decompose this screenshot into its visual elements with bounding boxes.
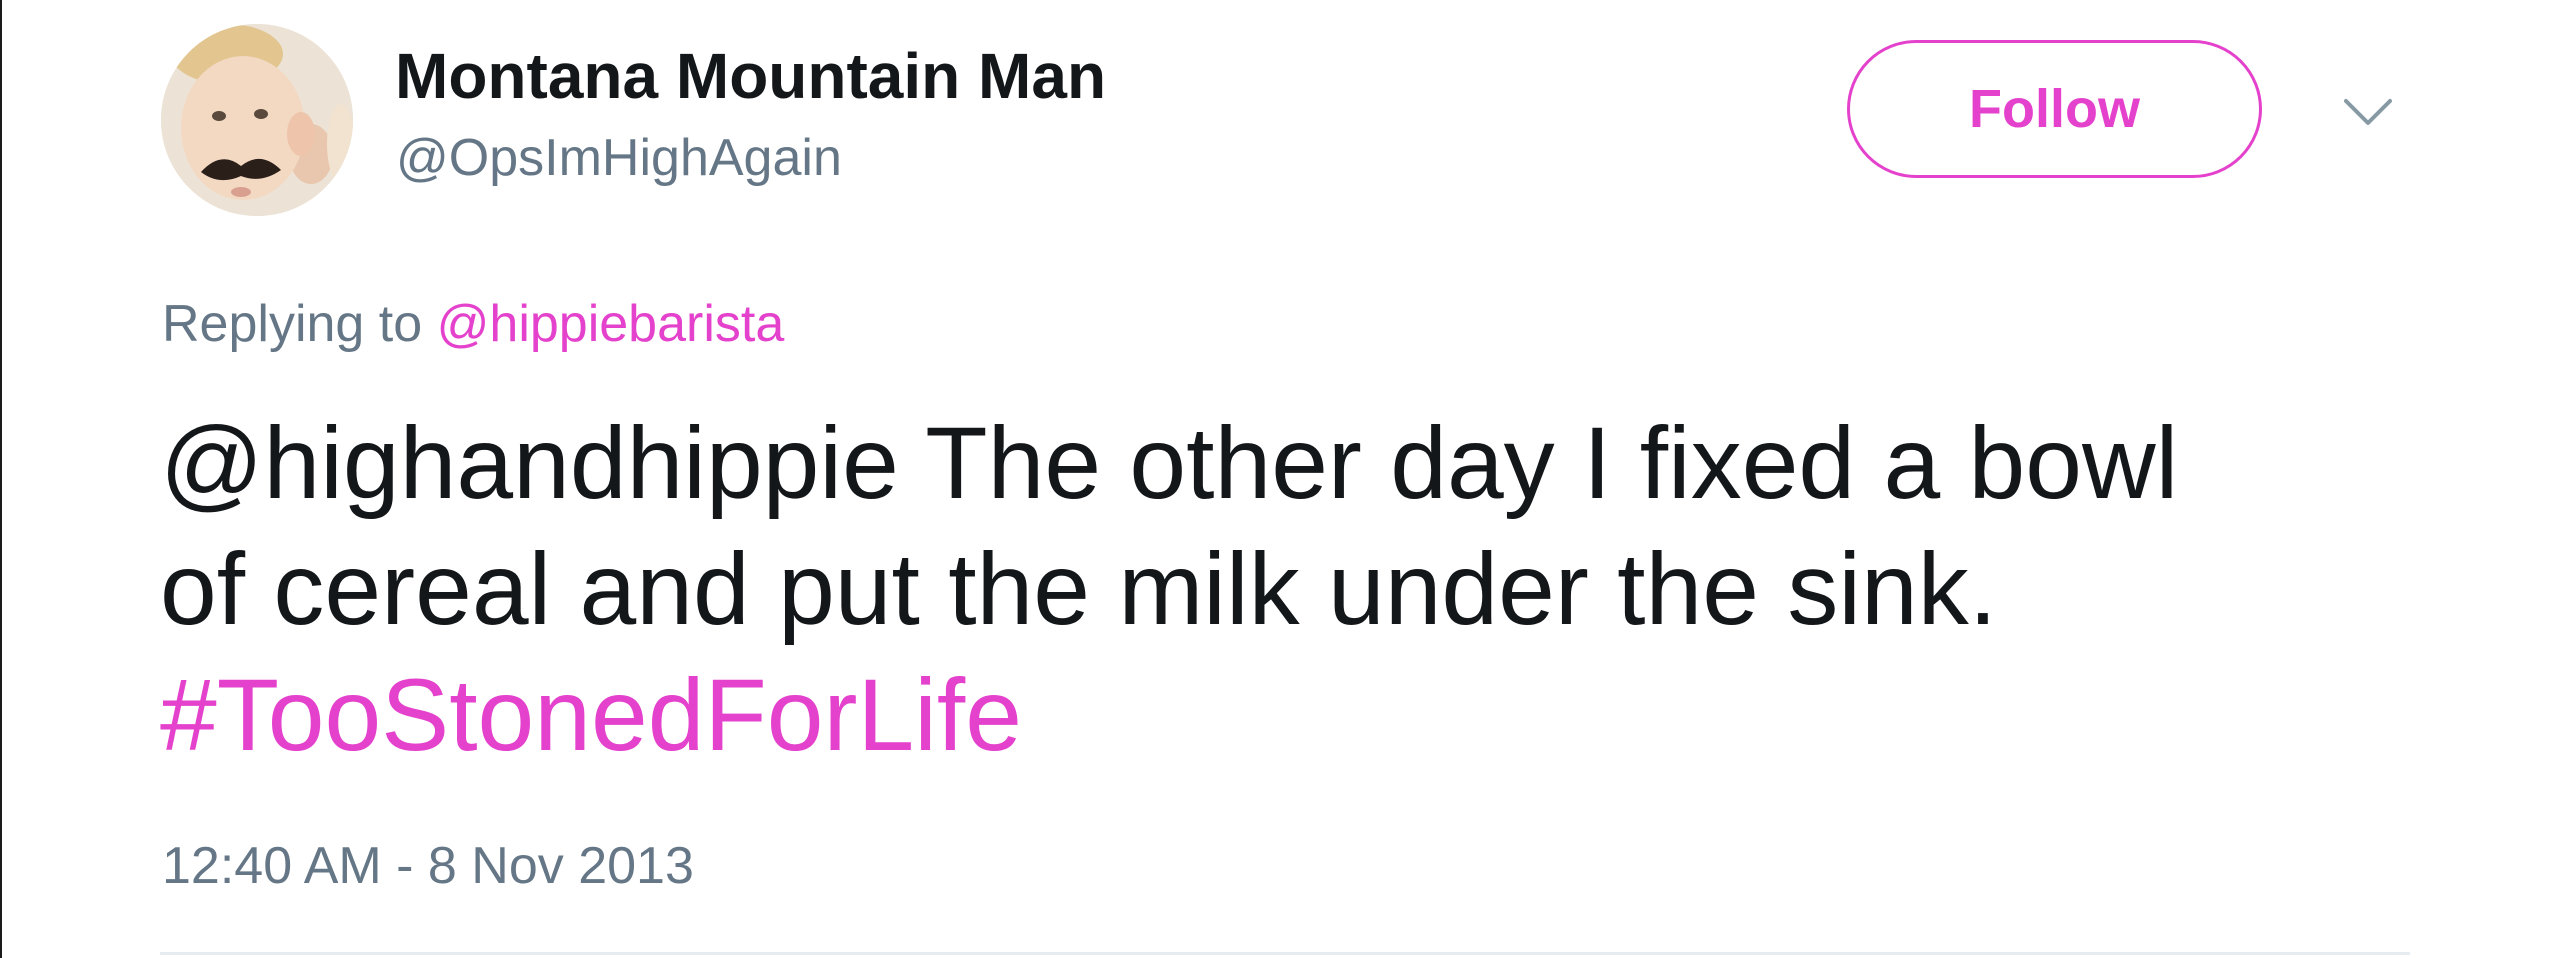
hashtag-link[interactable]: #TooStonedForLife <box>160 652 2410 778</box>
chevron-down-icon[interactable] <box>2340 95 2396 131</box>
follow-button[interactable]: Follow <box>1847 40 2262 178</box>
tweet-text-line-2: of cereal and put the milk under the sin… <box>160 532 1998 646</box>
baby-avatar-image <box>161 24 353 216</box>
tweet-text-line-1: @highandhippie The other day I fixed a b… <box>160 406 2179 520</box>
reply-to-link[interactable]: @hippiebarista <box>437 295 785 353</box>
tweet-text: @highandhippie The other day I fixed a b… <box>160 400 2410 778</box>
chevron-down-icon-glyph <box>2344 99 2392 125</box>
window-edge <box>0 0 2 958</box>
reply-prefix: Replying to <box>162 295 423 353</box>
author-display-name[interactable]: Montana Mountain Man <box>395 38 1106 114</box>
divider <box>160 952 2410 955</box>
avatar[interactable] <box>161 24 353 216</box>
reply-context: Replying to @hippiebarista <box>162 292 784 356</box>
tweet-timestamp[interactable]: 12:40 AM - 8 Nov 2013 <box>162 834 694 898</box>
author-handle[interactable]: @OpsImHighAgain <box>396 126 842 190</box>
